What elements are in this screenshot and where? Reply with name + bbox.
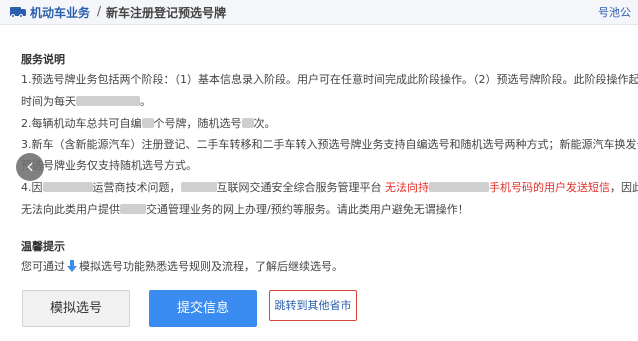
text-segment: 2.每辆机动车总共可自编 — [21, 117, 142, 130]
redacted-block — [42, 182, 93, 192]
redacted-block — [141, 118, 154, 128]
number-pool-link[interactable]: 号池公 — [598, 4, 631, 20]
breadcrumb-current: 新车注册登记预选号牌 — [106, 6, 227, 20]
redacted-block — [180, 182, 217, 192]
text-segment: 次。 — [253, 117, 276, 130]
simulate-select-button[interactable]: 模拟选号 — [22, 290, 130, 327]
tips-title: 温馨提示 — [21, 240, 65, 253]
service-item-3-line-2: 预选号牌业务仅支持随机选号方式。 — [21, 159, 197, 172]
text-segment: 模拟选号功能熟悉选号规则及流程，了解后继续选号。 — [79, 260, 343, 273]
text-segment: 个号牌，随机选号 — [153, 117, 242, 130]
tips-text: 您可通过 模拟选号功能熟悉选号规则及流程，了解后继续选号。 — [21, 260, 343, 274]
redacted-block — [120, 204, 146, 214]
header-bar: 机动车业务 / 新车注册登记预选号牌 号池公 — [0, 0, 638, 25]
submit-info-button[interactable]: 提交信息 — [149, 290, 257, 327]
truck-wheel — [11, 14, 15, 18]
service-item-1-line-1: 1.预选号牌业务包括两个阶段：（1）基本信息录入阶段。用户可在任意时间完成此阶段… — [21, 73, 638, 86]
text-segment: 互联网交通安全综合服务管理平台 — [216, 181, 382, 194]
warning-text: 手机号码的用户发送短信 — [489, 181, 610, 194]
service-title: 服务说明 — [21, 53, 65, 66]
redacted-block — [76, 96, 140, 106]
text-segment: 无法向此类用户提供 — [21, 203, 120, 216]
text-segment: ，因此 — [610, 181, 638, 194]
redacted-block — [241, 118, 254, 128]
service-item-3-line-1: 3.新车（含新能源汽车）注册登记、二手车转移和二手车转入预选号牌业务支持自编选号… — [21, 138, 638, 151]
truck-wheel — [19, 14, 23, 18]
text-segment: 4.因 — [21, 181, 43, 194]
redacted-block — [429, 182, 489, 192]
text-segment: 您可通过 — [21, 260, 65, 273]
arrow-down-icon — [67, 260, 77, 272]
text-segment: 交通管理业务的网上办理/预约等服务。请此类用户避免无谓操作！ — [146, 203, 469, 216]
text-segment: 。 — [140, 95, 151, 108]
service-item-2: 2.每辆机动车总共可自编 个号牌，随机选号 次。 — [21, 117, 276, 131]
service-item-1-line-2: 时间为每天 。 — [21, 95, 151, 109]
other-province-button[interactable]: 跳转到其他省市 — [269, 290, 357, 321]
text-segment: 时间为每天 — [21, 95, 76, 108]
text-segment: 运营商技术问题， — [92, 181, 181, 194]
breadcrumb-separator: / — [97, 4, 102, 18]
service-item-4-line-2: 无法向此类用户提供 交通管理业务的网上办理/预约等服务。请此类用户避免无谓操作！ — [21, 203, 469, 217]
warning-text: 无法向持 — [385, 181, 429, 194]
breadcrumb-main[interactable]: 机动车业务 — [30, 4, 90, 21]
service-item-4-line-1: 4.因 运营商技术问题， 互联网交通安全综合服务管理平台 无法向持 手机号码的用户发送… — [21, 181, 638, 195]
chevron-left-icon[interactable]: ‹ — [16, 153, 44, 181]
